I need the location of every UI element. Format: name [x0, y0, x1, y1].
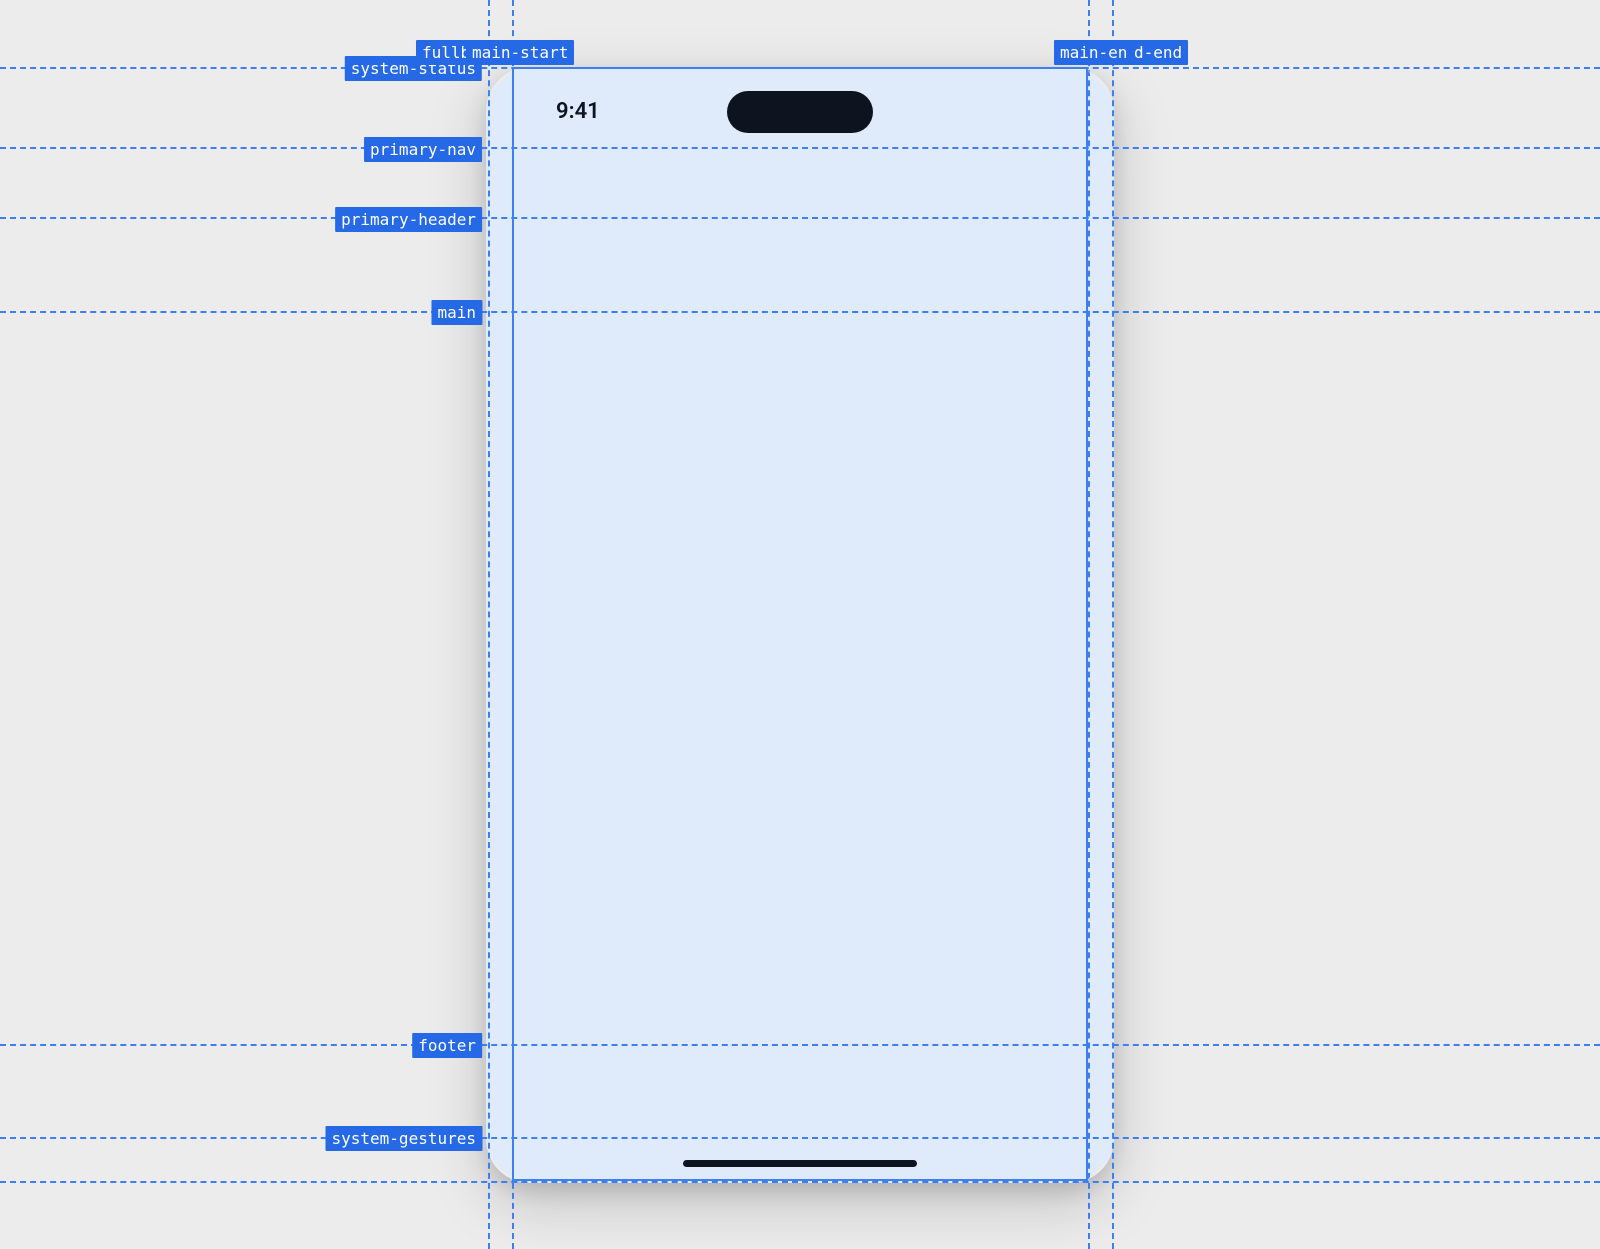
corner-indicator-tl: [486, 67, 516, 97]
corner-indicator-tr: [1084, 67, 1114, 97]
label-footer: footer: [412, 1033, 482, 1058]
label-main: main: [431, 300, 482, 325]
status-time: 9:41: [556, 99, 600, 124]
home-indicator: [683, 1160, 917, 1167]
label-primary-header: primary-header: [335, 207, 482, 232]
dynamic-island: [727, 91, 873, 133]
guide-d-end: [1112, 0, 1114, 1249]
guide-bottom-edge: [0, 1181, 1600, 1183]
corner-indicator-br: [1084, 1153, 1114, 1183]
label-d-end: d-end: [1128, 40, 1188, 65]
guide-fullb: [488, 0, 490, 1249]
guide-main-end: [1088, 0, 1090, 1249]
main-content-frame: [512, 67, 1088, 1181]
label-system-gestures: system-gestures: [326, 1126, 483, 1151]
label-primary-nav: primary-nav: [364, 137, 482, 162]
corner-indicator-bl: [486, 1153, 516, 1183]
label-main-start: main-start: [466, 40, 574, 65]
